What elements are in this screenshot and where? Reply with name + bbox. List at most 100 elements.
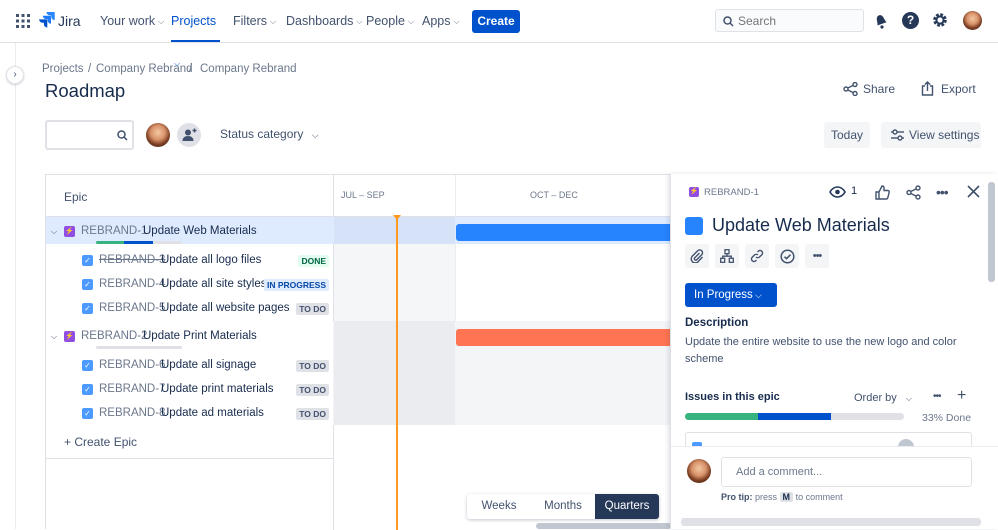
issue-title[interactable]: Update Web Materials (712, 215, 890, 236)
nav-label: Projects (171, 14, 217, 28)
breadcrumb-projects[interactable]: Projects (42, 63, 84, 75)
issue-key-link[interactable]: REBRAND-1 (704, 187, 759, 198)
issue-row[interactable]: ✓ REBRAND-6 Update all signage TO DO (46, 354, 333, 378)
add-people-icon[interactable] (177, 123, 201, 147)
breadcrumb-separator: / (189, 63, 193, 75)
description-text[interactable]: Update the entire website to use the new… (685, 334, 965, 368)
add-child-issue-plus-icon[interactable]: + (957, 387, 966, 405)
help-icon[interactable]: ? (902, 12, 919, 29)
current-quarter-shade (334, 217, 455, 425)
settings-gear-icon[interactable] (931, 11, 949, 29)
status-category-dropdown[interactable]: Status category ⌵ (220, 127, 319, 141)
progress-inprogress-segment (124, 241, 153, 244)
share-icon[interactable] (906, 185, 921, 200)
breadcrumb-board[interactable]: Company Rebrand (200, 63, 297, 75)
epic-icon: ⚡ (64, 331, 75, 342)
epic-key[interactable]: REBRAND-2 (81, 330, 147, 342)
timeline-header: Epic JUL – SEP OCT – DEC (46, 175, 671, 217)
nav-label: Dashboards (286, 14, 354, 28)
today-button[interactable]: Today (824, 122, 870, 148)
nav-your-work[interactable]: Your work ⌵ (100, 0, 164, 42)
epic-row[interactable]: ⌵ ⚡ REBRAND-1 Update Web Materials (46, 217, 333, 249)
export-label: Export (941, 82, 976, 96)
comment-area-divider (671, 446, 998, 447)
nav-people[interactable]: People ⌵ (366, 0, 414, 42)
export-icon (921, 81, 934, 96)
watch-button[interactable]: 1 (829, 185, 859, 201)
epic-timeline-bar[interactable] (456, 329, 671, 346)
breadcrumb-project[interactable]: Company Rebrand (96, 63, 193, 75)
keyboard-key: M (779, 492, 794, 502)
view-tab-quarters[interactable]: Quarters (595, 494, 659, 519)
epic-key[interactable]: REBRAND-1 (81, 225, 147, 237)
search-box[interactable] (715, 9, 864, 32)
notifications-icon[interactable] (873, 12, 889, 30)
epic-summary[interactable]: Update Print Materials (143, 330, 257, 342)
link-issue-icon[interactable] (745, 244, 769, 268)
panel-vertical-scrollbar[interactable] (988, 182, 995, 282)
panel-horizontal-scrollbar[interactable] (681, 518, 981, 526)
chevron-down-icon: ⌵ (270, 16, 277, 26)
nav-apps[interactable]: Apps ⌵ (422, 0, 460, 42)
today-marker-head (393, 215, 401, 220)
issue-key[interactable]: REBRAND-5 (99, 302, 165, 314)
issue-key[interactable]: REBRAND-4 (99, 278, 165, 290)
close-icon[interactable] (967, 185, 980, 198)
page-title: Roadmap (45, 80, 126, 101)
search-icon (723, 16, 734, 27)
task-checkbox-icon: ✓ (82, 279, 93, 290)
epic-summary[interactable]: Update Web Materials (143, 225, 257, 237)
horizontal-scrollbar[interactable] (536, 523, 671, 529)
more-actions-icon[interactable]: ••• (933, 391, 941, 402)
period-label: OCT – DEC (530, 190, 578, 200)
assignee-filter-avatar[interactable] (146, 123, 170, 147)
issue-key[interactable]: REBRAND-8 (99, 407, 165, 419)
checklist-check-circle-icon[interactable] (775, 244, 799, 268)
collapse-chevron-icon[interactable]: ⌵ (51, 332, 57, 342)
expand-sidebar-chevron-icon[interactable]: › (6, 66, 24, 84)
comment-author-avatar (687, 459, 711, 483)
epic-timeline-bar[interactable] (456, 224, 671, 241)
child-issues-list[interactable] (685, 432, 972, 446)
more-actions-icon[interactable]: ••• (936, 184, 949, 200)
view-tab-months[interactable]: Months (531, 494, 595, 519)
nav-projects[interactable]: Projects⌵ (171, 0, 220, 68)
status-dropdown[interactable]: In Progress ⌵ (685, 283, 777, 307)
epic-row[interactable]: ⌵ ⚡ REBRAND-2 Update Print Materials (46, 322, 333, 354)
app-switcher-icon[interactable] (16, 14, 30, 28)
order-by-label: Order by (854, 392, 897, 404)
roadmap-search-field[interactable] (45, 120, 134, 150)
task-checkbox-icon: ✓ (82, 384, 93, 395)
issue-key[interactable]: REBRAND-3 (99, 254, 165, 266)
issue-row[interactable]: ✓ REBRAND-7 Update print materials TO DO (46, 378, 333, 402)
status-lozenge: TO DO (296, 360, 329, 372)
collapse-chevron-icon[interactable]: ⌵ (51, 227, 57, 237)
order-by-dropdown[interactable]: Order by ⌵ (854, 392, 912, 404)
profile-avatar[interactable] (963, 11, 982, 30)
comment-input[interactable]: Add a comment... (721, 457, 972, 487)
create-epic-button[interactable]: + Create Epic (64, 435, 137, 449)
issue-key[interactable]: REBRAND-6 (99, 359, 165, 371)
status-lozenge: TO DO (296, 408, 329, 420)
sidebar-collapsed-rail (0, 43, 16, 529)
view-tab-weeks[interactable]: Weeks (467, 494, 531, 519)
child-issues-hierarchy-icon[interactable] (715, 244, 739, 268)
attachment-paperclip-icon[interactable] (685, 244, 709, 268)
roadmap-timeline: Epic JUL – SEP OCT – DEC ⌵ ⚡ REBRAND-1 U… (45, 174, 671, 530)
description-heading: Description (685, 317, 749, 329)
nav-dashboards[interactable]: Dashboards ⌵ (286, 0, 362, 42)
search-input[interactable] (738, 12, 858, 29)
epic-icon: ⚡ (64, 226, 75, 237)
view-settings-button[interactable]: View settings (881, 122, 981, 148)
like-thumbs-up-icon[interactable] (875, 185, 890, 200)
issue-row[interactable]: ✓ REBRAND-3 Update all logo files DONE (46, 249, 333, 273)
epic-icon: ⚡ (689, 187, 699, 197)
nav-filters[interactable]: Filters ⌵ (233, 0, 276, 42)
epic-color-swatch (685, 217, 703, 235)
issue-row[interactable]: ✓ REBRAND-8 Update ad materials TO DO (46, 402, 333, 426)
issue-row[interactable]: ✓ REBRAND-5 Update all website pages TO … (46, 297, 333, 321)
more-actions-icon[interactable]: ••• (805, 244, 829, 268)
create-button[interactable]: Create (472, 10, 520, 33)
issue-key[interactable]: REBRAND-7 (99, 383, 165, 395)
issue-row[interactable]: ✓ REBRAND-4 Update all site styles IN PR… (46, 273, 333, 297)
